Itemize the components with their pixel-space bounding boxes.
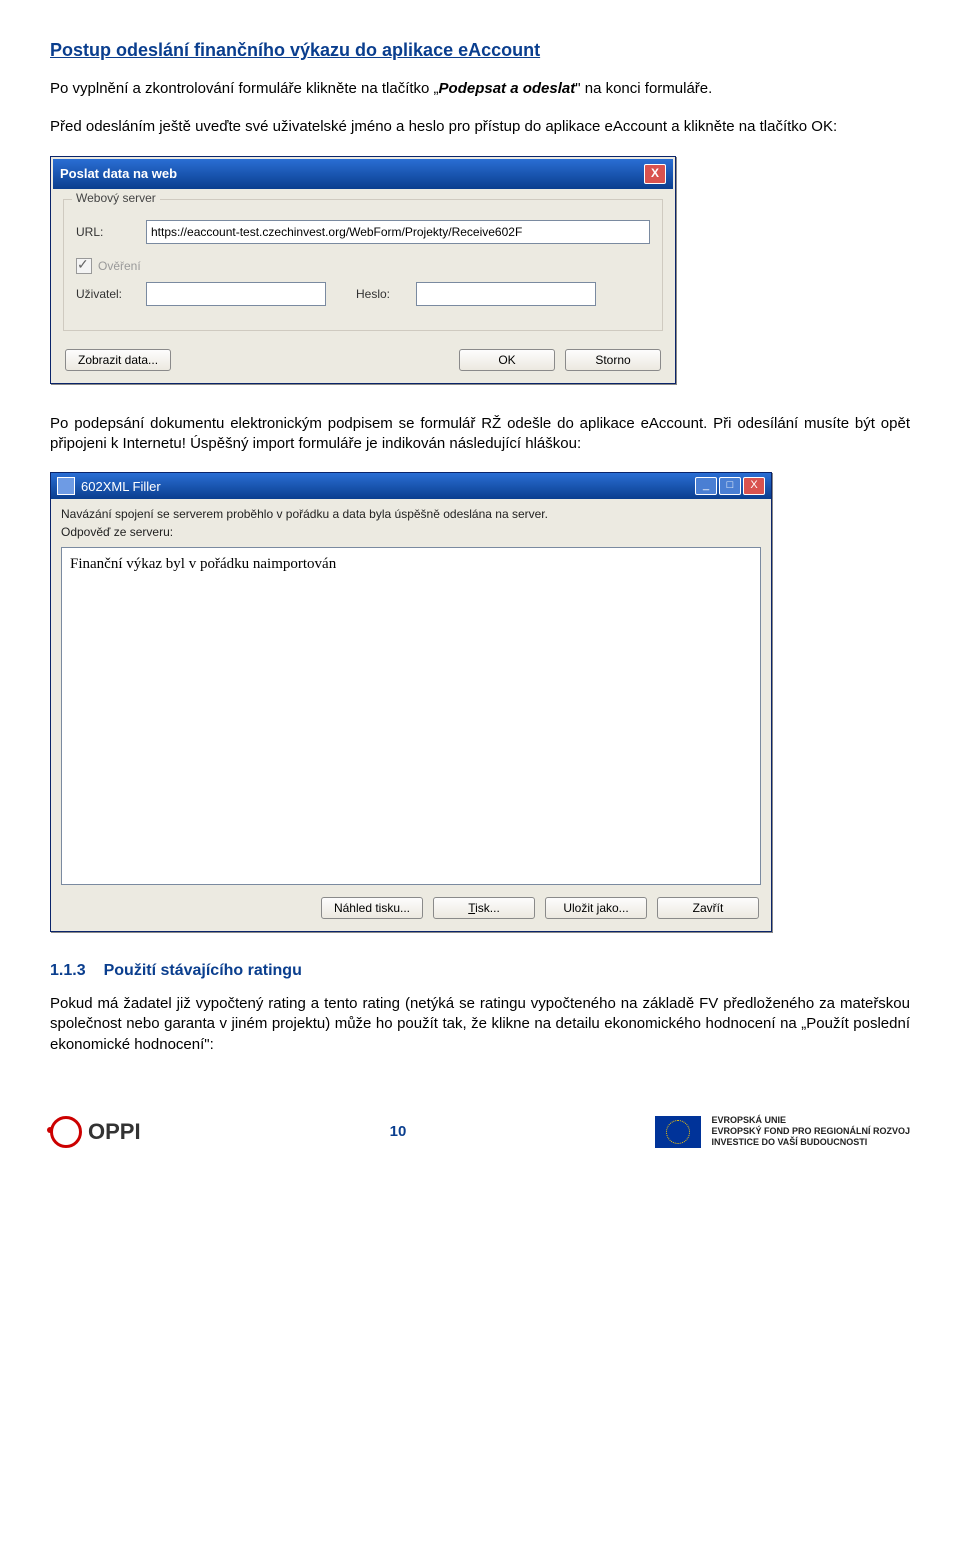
response-body: Finanční výkaz byl v pořádku naimportová…	[70, 556, 336, 572]
maximize-icon[interactable]: □	[719, 477, 741, 495]
minimize-icon[interactable]: _	[695, 477, 717, 495]
eu-flag-icon	[655, 1116, 701, 1148]
page-number: 10	[390, 1123, 407, 1140]
eu-line2: EVROPSKÝ FOND PRO REGIONÁLNÍ ROZVOJ	[711, 1126, 910, 1137]
p1-em: Podepsat a odeslat	[439, 80, 576, 97]
p1-a: Po vyplnění a zkontrolování formuláře kl…	[50, 80, 439, 97]
page-footer: OPPI 10 EVROPSKÁ UNIE EVROPSKÝ FOND PRO …	[50, 1115, 910, 1149]
dialog-send-data: Poslat data na web X Webový server URL: …	[50, 156, 676, 384]
oppi-text: OPPI	[88, 1119, 141, 1145]
paragraph-2: Před odesláním ještě uveďte své uživatel…	[50, 117, 910, 137]
eu-line1: EVROPSKÁ UNIE	[711, 1115, 910, 1126]
show-data-button[interactable]: Zobrazit data...	[65, 349, 171, 371]
section-heading: Postup odeslání finančního výkazu do apl…	[50, 40, 910, 61]
group-web-server: Webový server URL: Ověření Uživatel: Hes…	[63, 199, 663, 331]
close-button[interactable]: Zavřít	[657, 897, 759, 919]
eu-text: EVROPSKÁ UNIE EVROPSKÝ FOND PRO REGIONÁL…	[711, 1115, 910, 1149]
server-response-label: Odpověď ze serveru:	[51, 523, 771, 543]
close-icon[interactable]: X	[743, 477, 765, 495]
app-icon	[57, 477, 75, 495]
dialog-titlebar: Poslat data na web X	[53, 159, 673, 189]
url-label: URL:	[76, 225, 146, 239]
subsection-heading: 1.1.3 Použití stávajícího ratingu	[50, 962, 910, 980]
url-input[interactable]	[146, 220, 650, 244]
paragraph-4: Pokud má žadatel již vypočtený rating a …	[50, 994, 910, 1055]
close-icon[interactable]: X	[644, 164, 666, 184]
cancel-button[interactable]: Storno	[565, 349, 661, 371]
ok-button[interactable]: OK	[459, 349, 555, 371]
print-preview-button[interactable]: Náhled tisku...	[321, 897, 423, 919]
paragraph-1: Po vyplnění a zkontrolování formuláře kl…	[50, 79, 910, 99]
user-label: Uživatel:	[76, 287, 146, 301]
print-rest: isk...	[475, 901, 500, 915]
subsection-title: Použití stávajícího ratingu	[104, 962, 302, 979]
overeni-label: Ověření	[98, 259, 141, 273]
dialog-filler: 602XML Filler _ □ X Navázání spojení se …	[50, 472, 772, 932]
status-text: Navázání spojení se serverem proběhlo v …	[51, 499, 771, 523]
paragraph-3: Po podepsání dokumentu elektronickým pod…	[50, 414, 910, 455]
subsection-number: 1.1.3	[50, 962, 86, 979]
group-legend: Webový server	[72, 191, 160, 205]
eu-line3: INVESTICE DO VAŠÍ BUDOUCNOSTI	[711, 1137, 910, 1148]
print-button[interactable]: Tisk...	[433, 897, 535, 919]
pass-input[interactable]	[416, 282, 596, 306]
save-as-button[interactable]: Uložit jako...	[545, 897, 647, 919]
checkbox-overeni	[76, 258, 92, 274]
dialog-title-text: Poslat data na web	[60, 166, 177, 181]
user-input[interactable]	[146, 282, 326, 306]
eu-block: EVROPSKÁ UNIE EVROPSKÝ FOND PRO REGIONÁL…	[655, 1115, 910, 1149]
response-pane: Finanční výkaz byl v pořádku naimportová…	[61, 547, 761, 885]
oppi-icon	[50, 1116, 82, 1148]
dialog2-title-text: 602XML Filler	[81, 479, 161, 494]
p1-b: " na konci formuláře.	[575, 80, 712, 97]
oppi-logo-block: OPPI	[50, 1116, 141, 1148]
dialog2-titlebar: 602XML Filler _ □ X	[51, 473, 771, 499]
pass-label: Heslo:	[356, 287, 416, 301]
